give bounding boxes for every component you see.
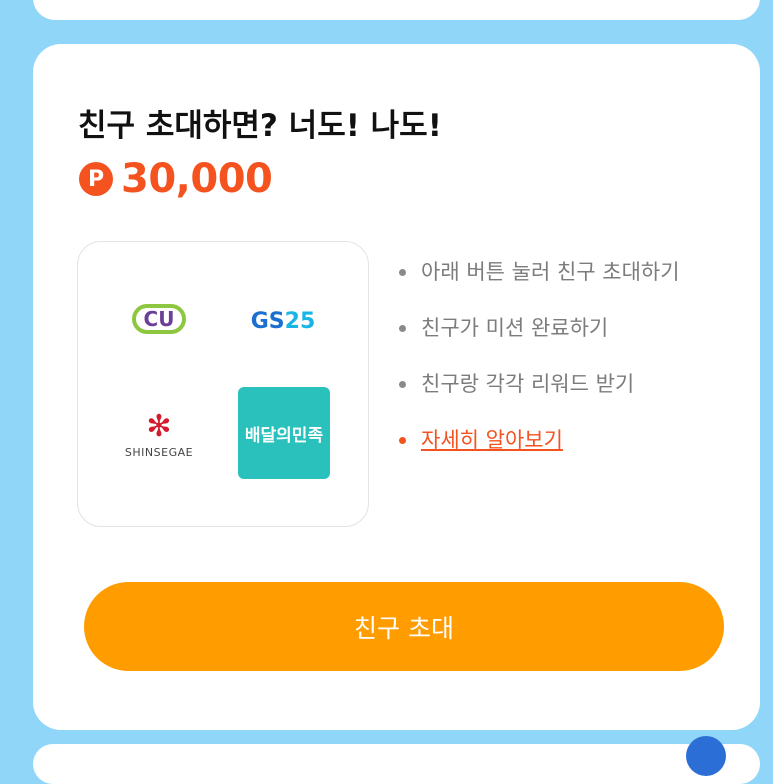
promo-title: 친구 초대하면? 너도! 나도! <box>78 108 442 144</box>
point-coin-icon: P <box>79 162 113 196</box>
next-card <box>33 744 760 784</box>
invite-friend-button[interactable]: 친구 초대 <box>84 582 724 671</box>
step-3-text: 친구랑 각각 리워드 받기 <box>421 372 635 396</box>
shinsegae-logo-text: SHINSEGAE <box>124 445 194 459</box>
partner-logos: CU GS 25 ✻ SHINSEGAE 배달의민족 <box>77 241 369 527</box>
list-item: 친구가 미션 완료하기 <box>399 312 709 344</box>
reward-amount-row: P 30,000 <box>79 156 273 202</box>
previous-card <box>33 0 760 20</box>
step-1-text: 아래 버튼 눌러 친구 초대하기 <box>421 260 680 284</box>
shinsegae-logo: ✻ SHINSEGAE <box>114 408 204 462</box>
learn-more-link[interactable]: 자세히 알아보기 <box>421 428 563 452</box>
invite-promo-card: 친구 초대하면? 너도! 나도! P 30,000 CU GS 25 ✻ SHIN… <box>33 44 760 730</box>
shinsegae-flower-icon: ✻ <box>146 408 172 444</box>
gs25-logo-text: GS <box>250 308 285 334</box>
cu-logo: CU <box>132 304 186 334</box>
reward-amount: 30,000 <box>121 156 273 202</box>
learn-more-item: 자세히 알아보기 <box>399 424 709 456</box>
gs25-logo: GS 25 <box>248 308 318 334</box>
invite-steps-list: 아래 버튼 눌러 친구 초대하기 친구가 미션 완료하기 친구랑 각각 리워드 … <box>399 256 709 456</box>
list-item: 친구랑 각각 리워드 받기 <box>399 368 709 400</box>
gs25-logo-number: 25 <box>284 308 316 334</box>
baemin-logo: 배달의민족 <box>238 387 330 479</box>
decorative-shape <box>686 736 726 776</box>
list-item: 아래 버튼 눌러 친구 초대하기 <box>399 256 709 288</box>
step-2-text: 친구가 미션 완료하기 <box>421 316 609 340</box>
